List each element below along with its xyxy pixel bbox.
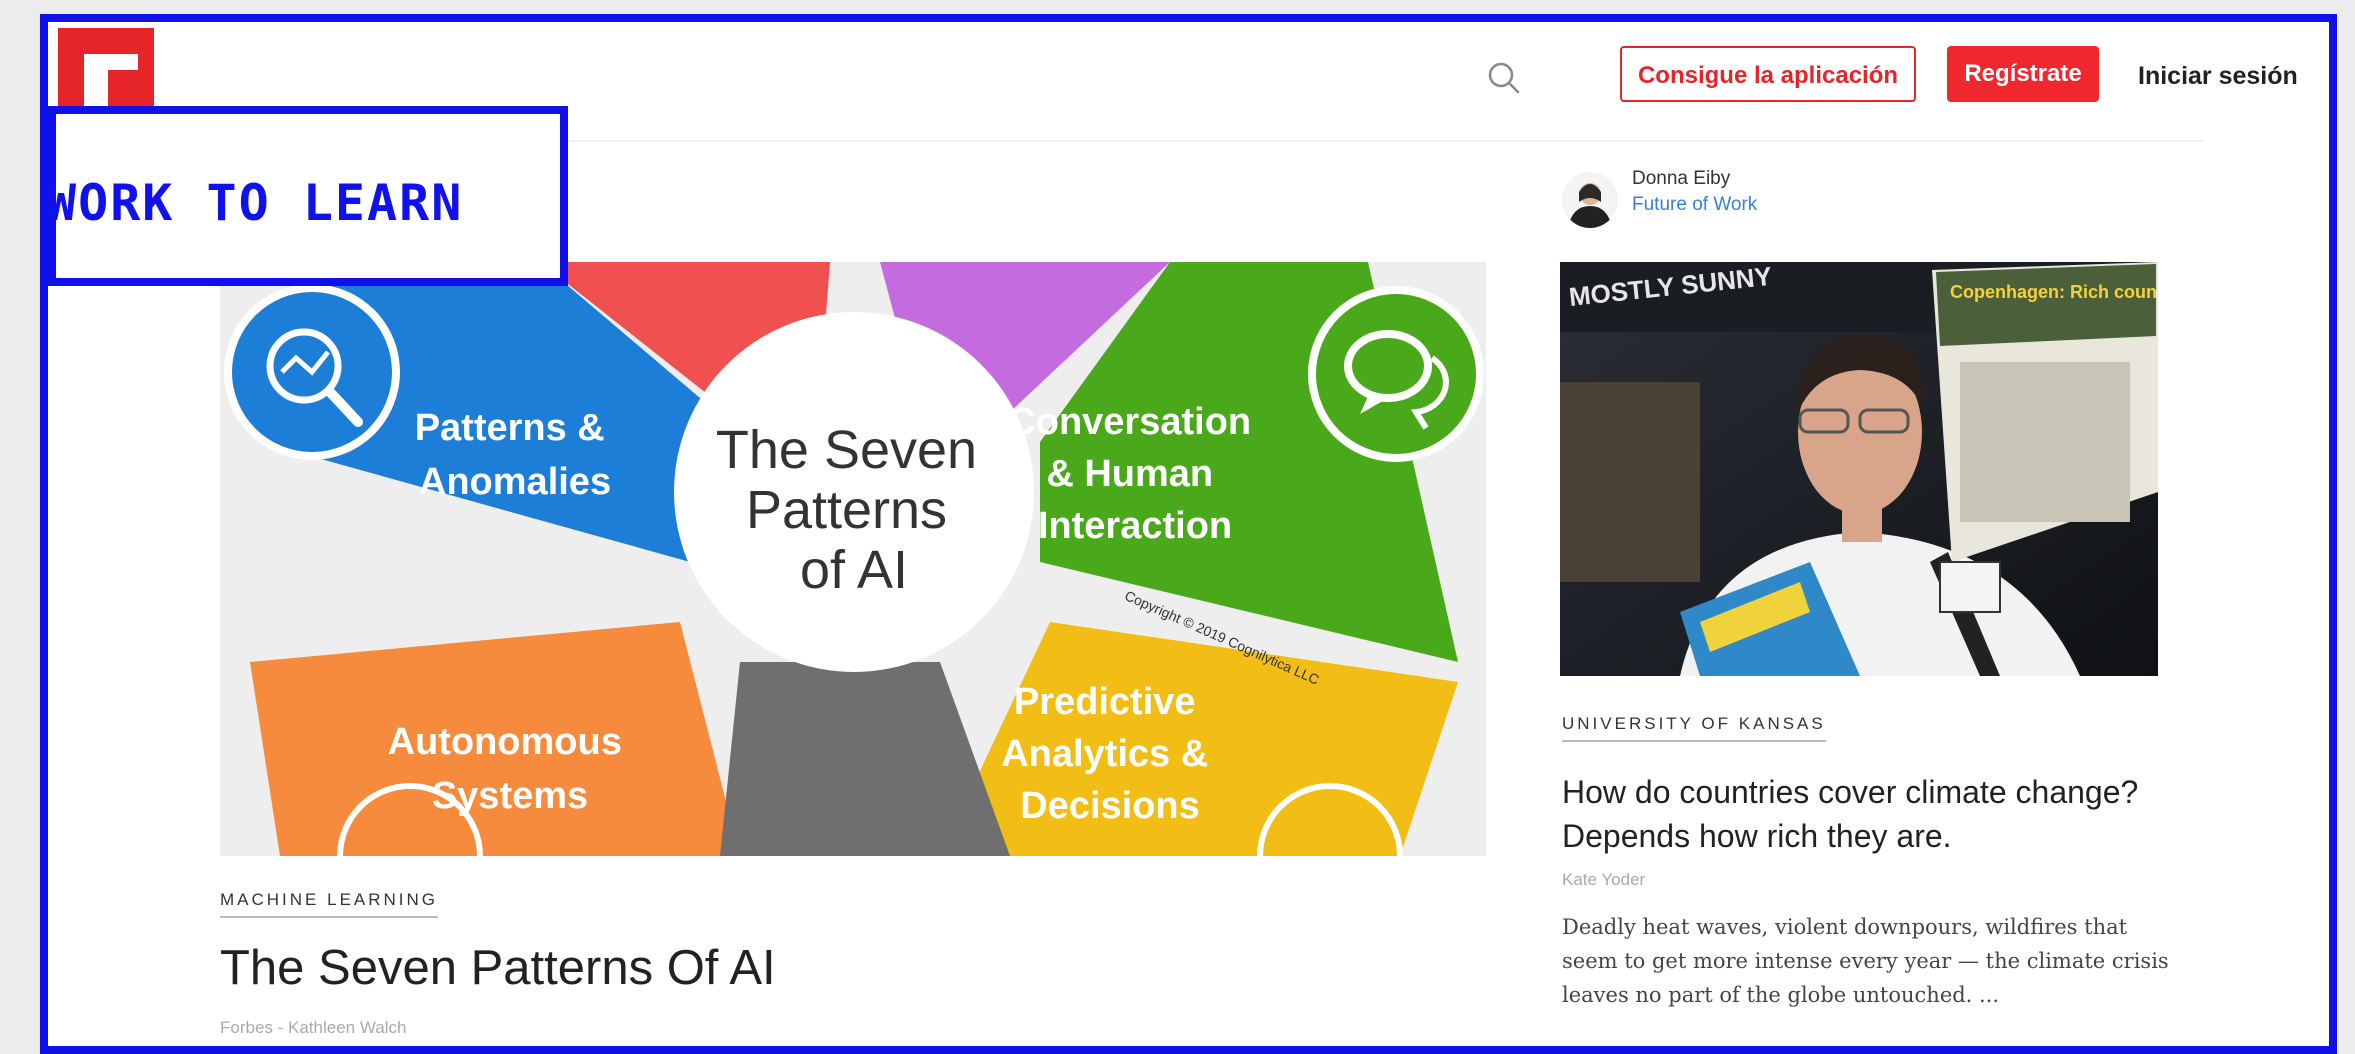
svg-text:Conversation & Human: Conversation & Human Interaction xyxy=(1008,401,1261,547)
main-article-image[interactable]: The Seven Patterns of AI Patterns & Anom… xyxy=(220,262,1486,856)
sidebar-article-title[interactable]: How do countries cover climate change? D… xyxy=(1562,770,2182,858)
badge-text: WORK TO LEARN xyxy=(46,174,464,232)
sidebar-article-excerpt: Deadly heat waves, violent downpours, wi… xyxy=(1562,915,2169,1007)
center-title-line1: The Seven xyxy=(716,420,977,480)
sidebar-article-byline: Kate Yoder xyxy=(1562,870,1646,889)
author-name[interactable]: Donna Eiby xyxy=(1632,168,1730,190)
svg-text:Copenhagen: Rich countries' pi: Copenhagen: Rich countries' pitch global… xyxy=(1950,282,2158,302)
main-article-category[interactable]: MACHINE LEARNING xyxy=(220,890,439,918)
author-avatar[interactable] xyxy=(1562,172,1618,228)
get-app-button[interactable]: Consigue la aplicación xyxy=(1620,46,1916,102)
center-title-line2: Patterns xyxy=(746,480,947,540)
browser-frame: Consigue la aplicación Regístrate Inicia… xyxy=(40,14,2337,1054)
login-link[interactable]: Iniciar sesión xyxy=(2138,62,2298,91)
author-magazine-link[interactable]: Future of Work xyxy=(1632,194,1757,216)
sidebar-article-category[interactable]: UNIVERSITY OF KANSAS xyxy=(1562,714,1826,742)
work-to-learn-badge: WORK TO LEARN xyxy=(48,106,568,286)
sidebar-article-photo[interactable]: MOSTLY SUNNY Copenhagen: Rich countries'… xyxy=(1560,262,2158,676)
center-title-line3: of AI xyxy=(800,540,908,600)
main-article-byline: Forbes - Kathleen Walch xyxy=(220,1018,407,1037)
register-button[interactable]: Regístrate xyxy=(1947,46,2099,102)
search-icon[interactable] xyxy=(1484,58,1524,98)
svg-text:Predictive Analytics &: Predictive Analytics & Decisions xyxy=(1001,681,1219,827)
main-article-title[interactable]: The Seven Patterns Of AI xyxy=(220,940,776,996)
